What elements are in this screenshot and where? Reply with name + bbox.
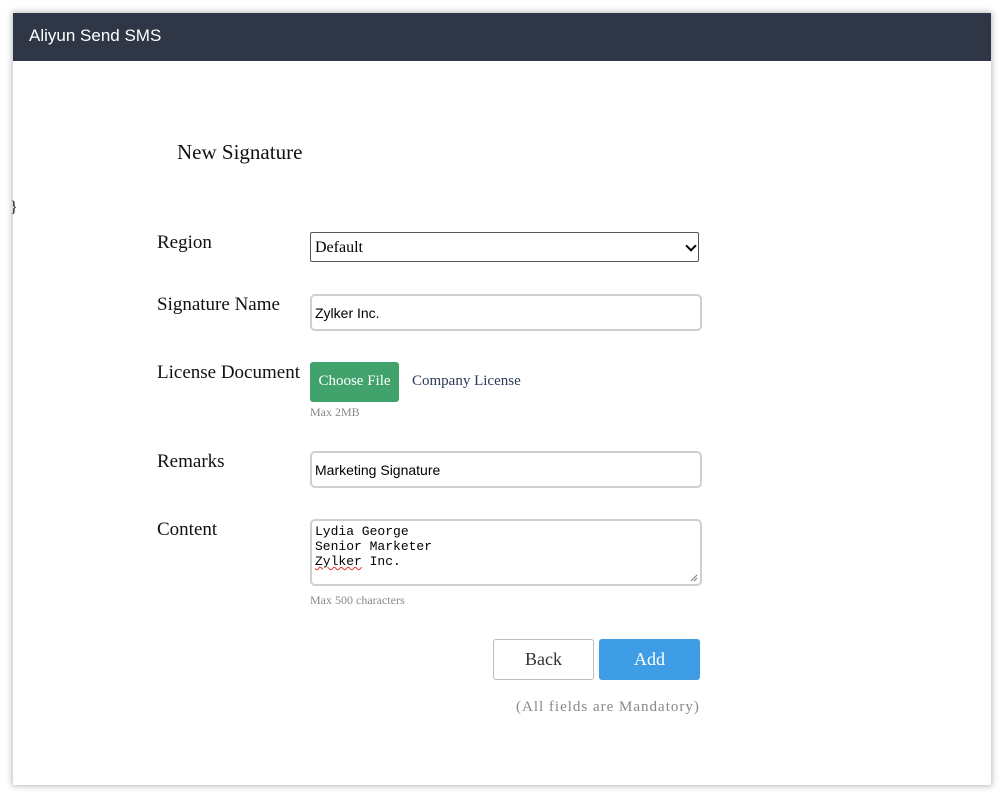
content-length-hint: Max 500 characters (310, 593, 405, 607)
content-label: Content (157, 519, 218, 540)
license-size-hint: Max 2MB (310, 405, 360, 419)
region-selected-value: Default (315, 239, 363, 256)
mandatory-note: (All fields are Mandatory) (516, 699, 700, 715)
back-button[interactable]: Back (493, 639, 594, 680)
choose-file-button[interactable]: Choose File (310, 362, 399, 402)
content-line: Senior Marketer (315, 539, 433, 554)
region-select[interactable]: Default (310, 232, 699, 262)
resize-grip-icon[interactable] (690, 574, 698, 582)
add-button[interactable]: Add (599, 639, 700, 680)
app-title: Aliyun Send SMS (29, 26, 162, 45)
region-label: Region (157, 232, 212, 253)
content-textarea[interactable]: Lydia George Senior Marketer Zylker Inc. (310, 519, 702, 586)
remarks-input[interactable]: Marketing Signature (310, 451, 702, 488)
signature-name-input[interactable]: Zylker Inc. (310, 294, 702, 331)
content-line: Lydia George (315, 524, 409, 539)
content-line: Zylker Inc. (315, 554, 700, 569)
stray-brace-text: } (10, 199, 18, 216)
app-window: Aliyun Send SMS New Signature } Region D… (10, 13, 991, 785)
license-document-label: License Document (157, 362, 300, 383)
selected-file-name: Company License (412, 373, 521, 389)
chevron-down-icon (685, 240, 697, 252)
page-title: New Signature (177, 140, 303, 164)
remarks-label: Remarks (157, 451, 225, 472)
signature-name-label: Signature Name (157, 294, 280, 315)
misspelled-word: Zylker (315, 554, 362, 569)
content-line-rest: Inc. (361, 554, 401, 569)
header-bar: Aliyun Send SMS (13, 13, 991, 61)
